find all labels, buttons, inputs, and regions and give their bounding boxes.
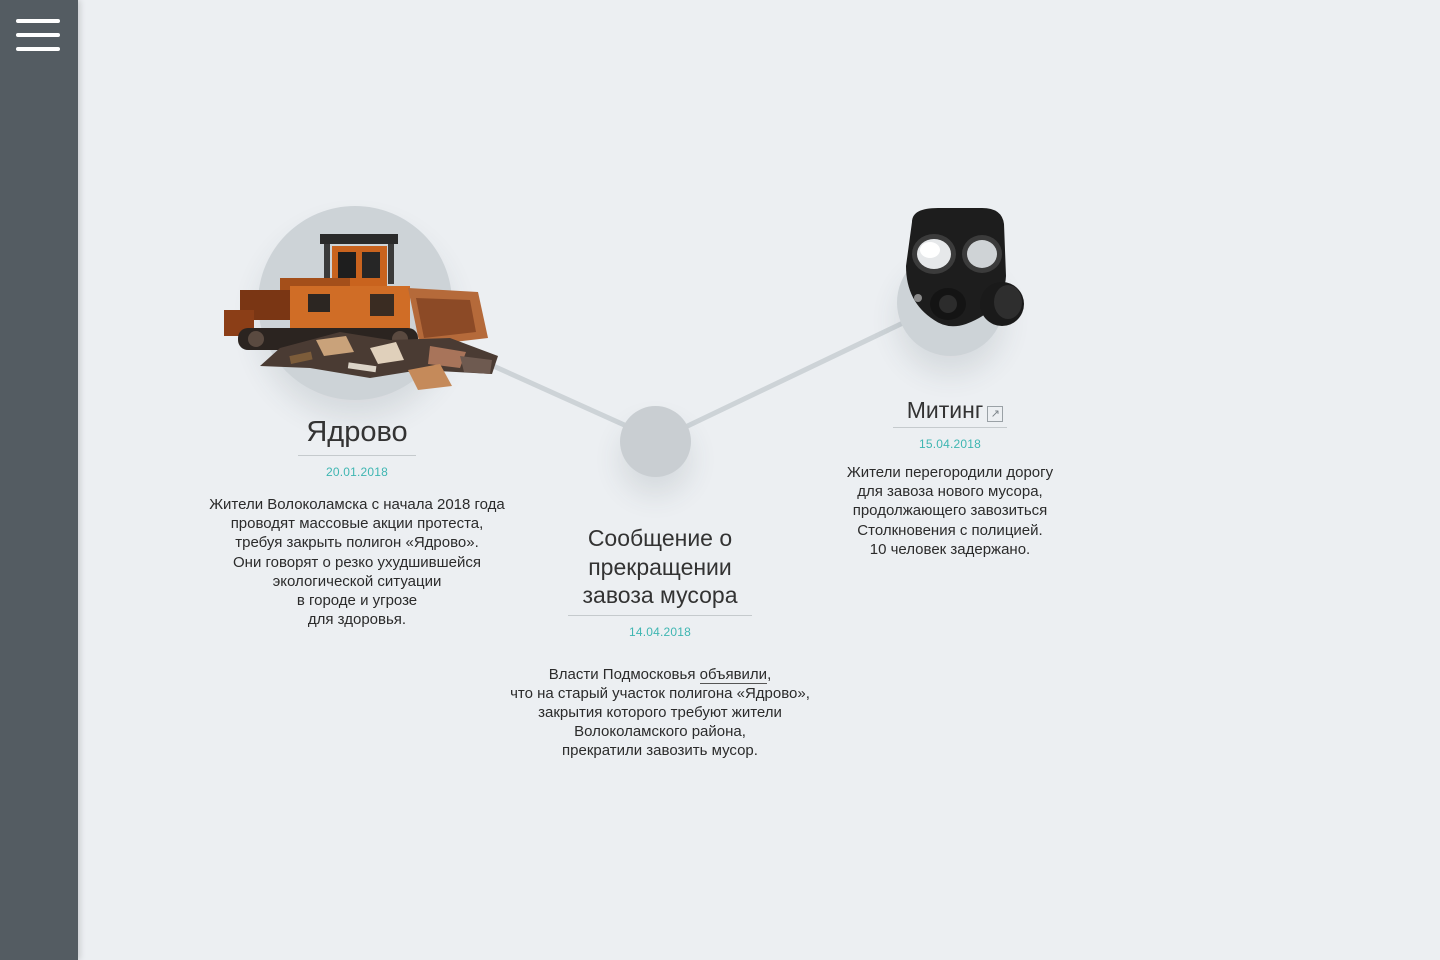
event-rally: Митинг ↗ 15.04.2018 Жители перегородили д… bbox=[820, 396, 1080, 559]
description-line: Власти Подмосковья объявили, bbox=[490, 665, 830, 684]
description-line: Жители Волоколамска с начала 2018 года bbox=[209, 496, 505, 513]
gas-mask-image bbox=[906, 208, 1024, 327]
line-prefix: Власти Подмосковья bbox=[548, 665, 700, 683]
event-announcement: Сообщение о прекращении завоза мусора 14… bbox=[490, 524, 830, 761]
event-date: 20.01.2018 bbox=[325, 465, 389, 479]
bulldozer-garbage-image bbox=[224, 234, 498, 390]
description-line: Столкновения с полицией. bbox=[857, 521, 1043, 539]
external-link-icon[interactable]: ↗ bbox=[987, 406, 1004, 422]
description-line: Волоколамского района, bbox=[574, 723, 746, 741]
event-title: Сообщение о прекращении завоза мусора bbox=[568, 524, 752, 616]
description-line: для завоза нового мусора, bbox=[857, 483, 1043, 501]
description-line: в городе и угрозе bbox=[296, 592, 418, 610]
title-line: прекращении bbox=[588, 553, 732, 580]
event-yadrovo: Ядрово 20.01.2018 Жители Волоколамска с … bbox=[187, 414, 527, 629]
event-description: Жители Волоколамска с начала 2018 года п… bbox=[187, 495, 527, 629]
description-line: закрытия которого требуют жители bbox=[538, 703, 782, 721]
description-line: 10 человек задержано. bbox=[869, 540, 1031, 558]
event-title-text[interactable]: Митинг bbox=[907, 397, 983, 423]
event-date: 15.04.2018 bbox=[918, 437, 982, 451]
description-line: для здоровья. bbox=[307, 611, 407, 629]
title-line: завоза мусора bbox=[582, 582, 738, 608]
event-description: Власти Подмосковья объявили, что на стар… bbox=[490, 665, 830, 761]
event-title[interactable]: Митинг ↗ bbox=[892, 396, 1008, 428]
description-line: что на старый участок полигона «Ядрово», bbox=[510, 684, 810, 702]
description-line: экологической ситуации bbox=[272, 572, 442, 590]
description-line: требуя закрыть полигон «Ядрово». bbox=[235, 534, 479, 552]
description-line: Жители перегородили дорогу bbox=[846, 464, 1054, 481]
event-description: Жители перегородили дорогу для завоза но… bbox=[820, 463, 1080, 559]
announced-link[interactable]: объявили bbox=[699, 665, 768, 684]
line-suffix: , bbox=[767, 665, 772, 683]
event-date: 14.04.2018 bbox=[628, 624, 692, 639]
description-line: проводят массовые акции протеста, bbox=[230, 515, 484, 533]
description-line: продолжающего завозиться bbox=[852, 502, 1048, 520]
description-line: прекратили завозить мусор. bbox=[562, 742, 758, 760]
event-title: Ядрово bbox=[298, 414, 416, 456]
timeline-node-announcement[interactable] bbox=[620, 406, 691, 477]
title-line: Сообщение о bbox=[587, 525, 733, 551]
description-line: Они говорят о резко ухудшившейся bbox=[233, 553, 481, 571]
